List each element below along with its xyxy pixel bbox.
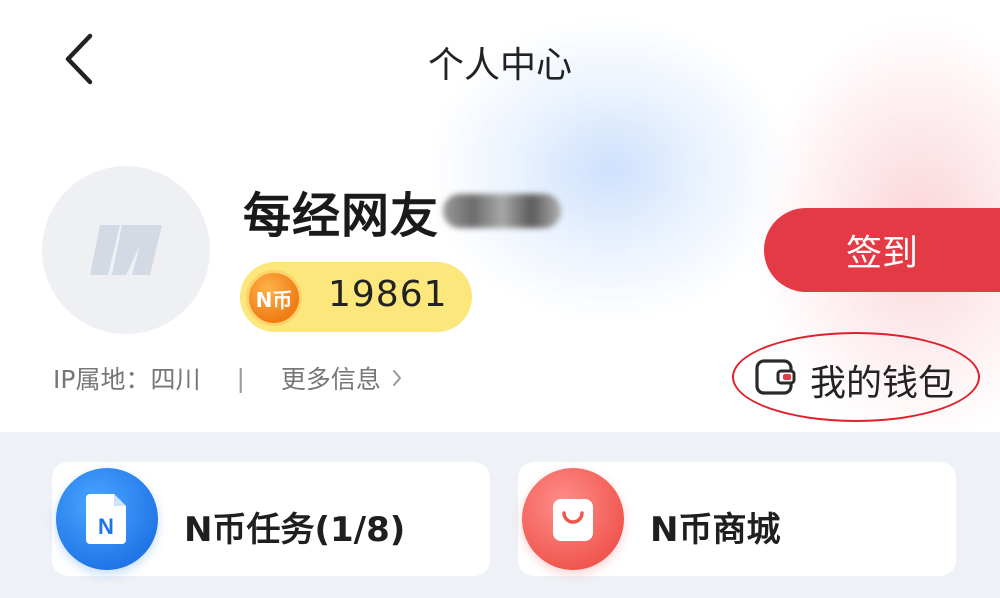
n-coin-mall-card[interactable]: N币商城 xyxy=(518,462,956,576)
n-coin-tasks-label: N币任务(1/8) xyxy=(184,510,406,550)
username-redacted-mark xyxy=(443,194,562,228)
svg-text:N: N xyxy=(98,514,114,539)
page-title: 个人中心 xyxy=(427,45,572,86)
meta-separator: | xyxy=(236,363,245,393)
document-n-icon: N xyxy=(56,468,158,570)
coin-balance-value: 19861 xyxy=(328,274,448,315)
shopping-bag-icon xyxy=(522,468,624,570)
profile-meta-line: IP属地：四川 | 更多信息 xyxy=(53,360,403,396)
more-info-link[interactable]: 更多信息 xyxy=(281,360,403,396)
avatar[interactable] xyxy=(42,166,210,334)
my-wallet-button[interactable]: 我的钱包 xyxy=(732,332,980,422)
coin-balance-pill[interactable]: N币 19861 xyxy=(240,262,472,332)
username: 每经网友 xyxy=(243,176,562,246)
n-coin-icon: N币 xyxy=(246,270,302,326)
username-text: 每经网友 xyxy=(243,188,440,244)
ip-location: IP属地：四川 xyxy=(53,365,201,394)
sign-in-button[interactable]: 签到 xyxy=(764,208,1000,292)
brand-n-logo-icon xyxy=(90,225,162,275)
more-info-label: 更多信息 xyxy=(280,365,381,394)
n-coin-tasks-card[interactable]: N N币任务(1/8) xyxy=(52,462,490,576)
wallet-icon xyxy=(755,359,796,395)
my-wallet-label: 我的钱包 xyxy=(810,363,955,404)
chevron-right-icon xyxy=(392,370,401,386)
n-coin-mall-label: N币商城 xyxy=(650,510,781,550)
